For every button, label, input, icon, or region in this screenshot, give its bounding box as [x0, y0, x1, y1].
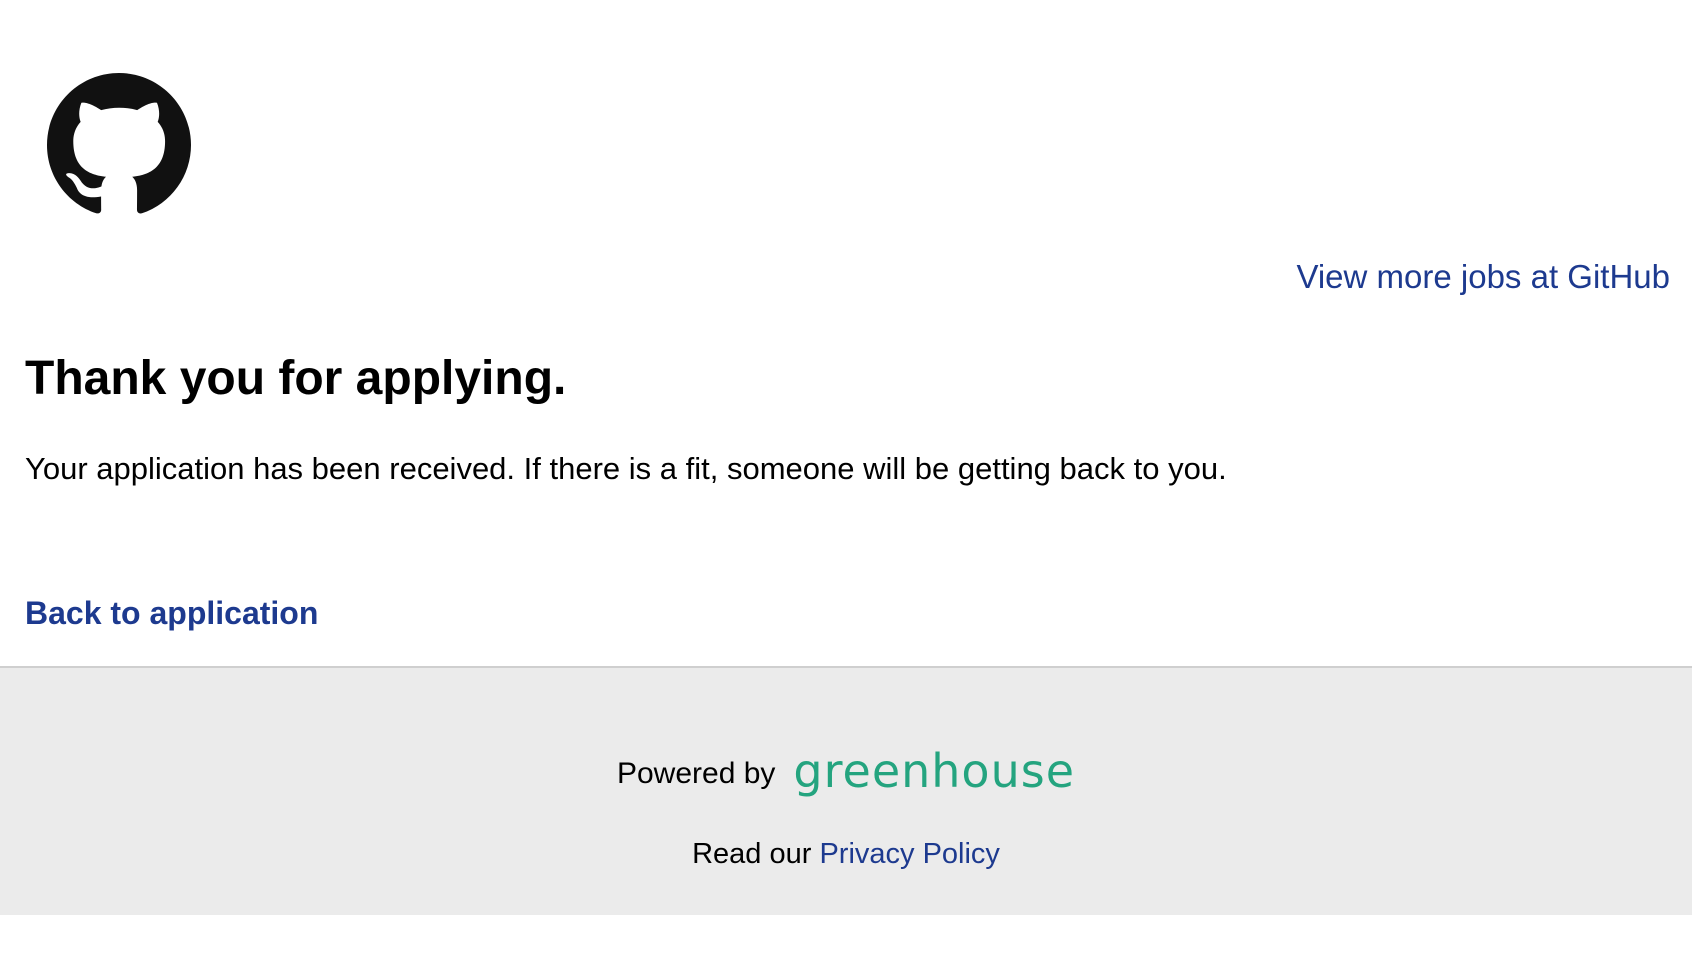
- github-octocat-icon: [47, 73, 191, 214]
- footer: Powered by greenhouse Read our Privacy P…: [0, 666, 1692, 915]
- confirmation-message: Your application has been received. If t…: [25, 451, 1227, 486]
- back-to-application-link[interactable]: Back to application: [25, 594, 318, 632]
- privacy-prefix: Read our: [692, 838, 812, 870]
- greenhouse-logo[interactable]: greenhouse: [793, 744, 1075, 798]
- powered-by-label: Powered by: [616, 757, 776, 790]
- powered-by-row: Powered by greenhouse: [0, 744, 1692, 804]
- page-title: Thank you for applying.: [25, 352, 567, 405]
- privacy-policy-link[interactable]: Privacy Policy: [819, 838, 1000, 870]
- view-more-jobs-link[interactable]: View more jobs at GitHub: [1296, 258, 1670, 296]
- confirmation-page: View more jobs at GitHub Thank you for a…: [0, 0, 1692, 968]
- github-logo: [46, 73, 192, 217]
- privacy-line: Read our Privacy Policy: [0, 836, 1692, 872]
